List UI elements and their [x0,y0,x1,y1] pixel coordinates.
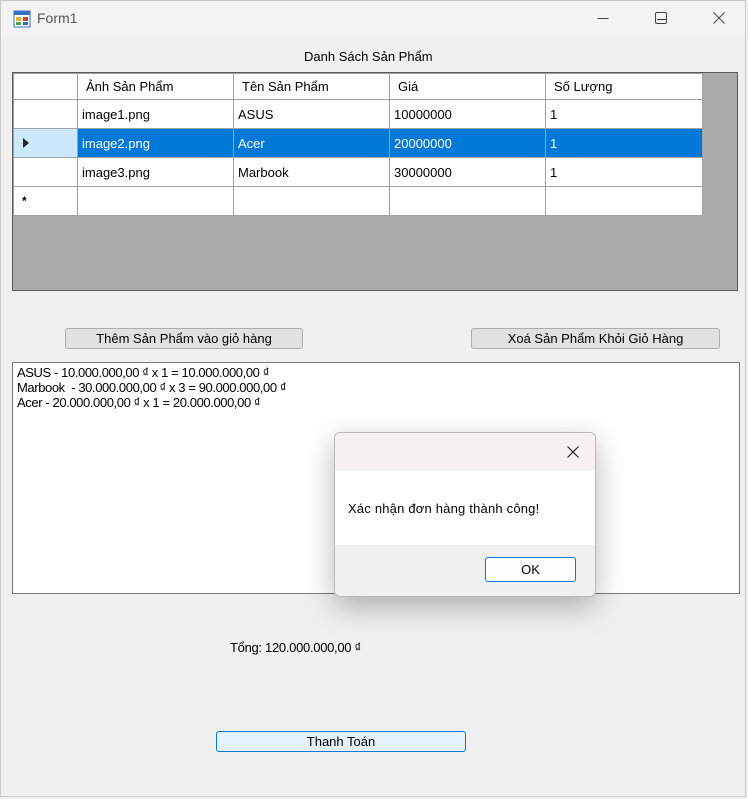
close-button[interactable] [690,0,748,36]
column-header-name[interactable]: Tên Sản Phẩm [233,73,390,100]
cart-line: Marbook - 30.000.000,00 ₫ x 3 = 90.000.0… [17,380,287,395]
cart-line: Acer - 20.000.000,00 ₫ x 1 = 20.000.000,… [17,395,261,410]
cell-price[interactable]: 30000000 [389,157,546,187]
cell-qty[interactable]: 1 [545,128,703,158]
cell-qty[interactable]: 1 [545,157,703,187]
dialog-message: Xác nhận đơn hàng thành công! [348,501,540,516]
cart-line: ASUS - 10.000.000,00 ₫ x 1 = 10.000.000,… [17,365,269,380]
column-header-qty[interactable]: Số Lượng [545,73,703,100]
window-title: Form1 [37,10,78,26]
row-header[interactable] [13,99,78,129]
total-label: Tổng: 120.000.000,00 ₫ [230,640,361,655]
table-row[interactable]: image1.png ASUS 10000000 1 [13,99,703,129]
cell-price[interactable]: 10000000 [389,99,546,129]
cell-image[interactable]: image3.png [77,157,234,187]
minimize-icon [597,18,609,19]
table-row[interactable]: image3.png Marbook 30000000 1 [13,157,703,187]
ok-button[interactable]: OK [485,557,576,582]
cell-price[interactable]: 20000000 [389,128,546,158]
minimize-button[interactable] [574,0,632,36]
dialog-close-button[interactable] [551,433,595,471]
cell-name[interactable]: Marbook [233,157,390,187]
row-header[interactable]: * [13,186,78,216]
maximize-button[interactable] [632,0,690,36]
product-list-title: Danh Sách Sản Phẩm [304,49,433,64]
cell-image[interactable]: image1.png [77,99,234,129]
cell-image[interactable]: image2.png [77,128,234,158]
column-header-image[interactable]: Ảnh Sản Phẩm [77,73,234,100]
dialog-footer: OK [335,545,595,596]
cell-empty[interactable] [545,186,703,216]
message-dialog: Xác nhận đơn hàng thành công! OK [334,432,596,597]
cell-empty[interactable] [77,186,234,216]
new-row-marker: * [22,194,27,208]
row-header[interactable] [13,157,78,187]
cell-qty[interactable]: 1 [545,99,703,129]
remove-from-cart-button[interactable]: Xoá Sản Phẩm Khỏi Giỏ Hàng [471,328,720,349]
grid-header-row: Ảnh Sản Phẩm Tên Sản Phẩm Giá Số Lượng [13,73,703,100]
new-row[interactable]: * [13,186,703,216]
checkout-button[interactable]: Thanh Toán [216,731,466,752]
current-row-arrow-icon [23,138,29,148]
product-grid[interactable]: Ảnh Sản Phẩm Tên Sản Phẩm Giá Số Lượng i… [12,72,738,291]
column-header-price[interactable]: Giá [389,73,546,100]
cell-name[interactable]: ASUS [233,99,390,129]
grid-corner-cell[interactable] [13,73,78,100]
cell-name[interactable]: Acer [233,128,390,158]
cell-empty[interactable] [389,186,546,216]
dialog-title-bar[interactable] [335,433,595,471]
close-icon [713,12,725,24]
row-header[interactable] [13,128,78,158]
app-icon [13,10,31,28]
table-row-selected[interactable]: image2.png Acer 20000000 1 [13,128,703,158]
dialog-body: Xác nhận đơn hàng thành công! [335,471,595,545]
add-to-cart-button[interactable]: Thêm Sản Phẩm vào giỏ hàng [65,328,303,349]
cell-empty[interactable] [233,186,390,216]
maximize-icon [655,12,667,24]
close-icon [567,446,579,458]
